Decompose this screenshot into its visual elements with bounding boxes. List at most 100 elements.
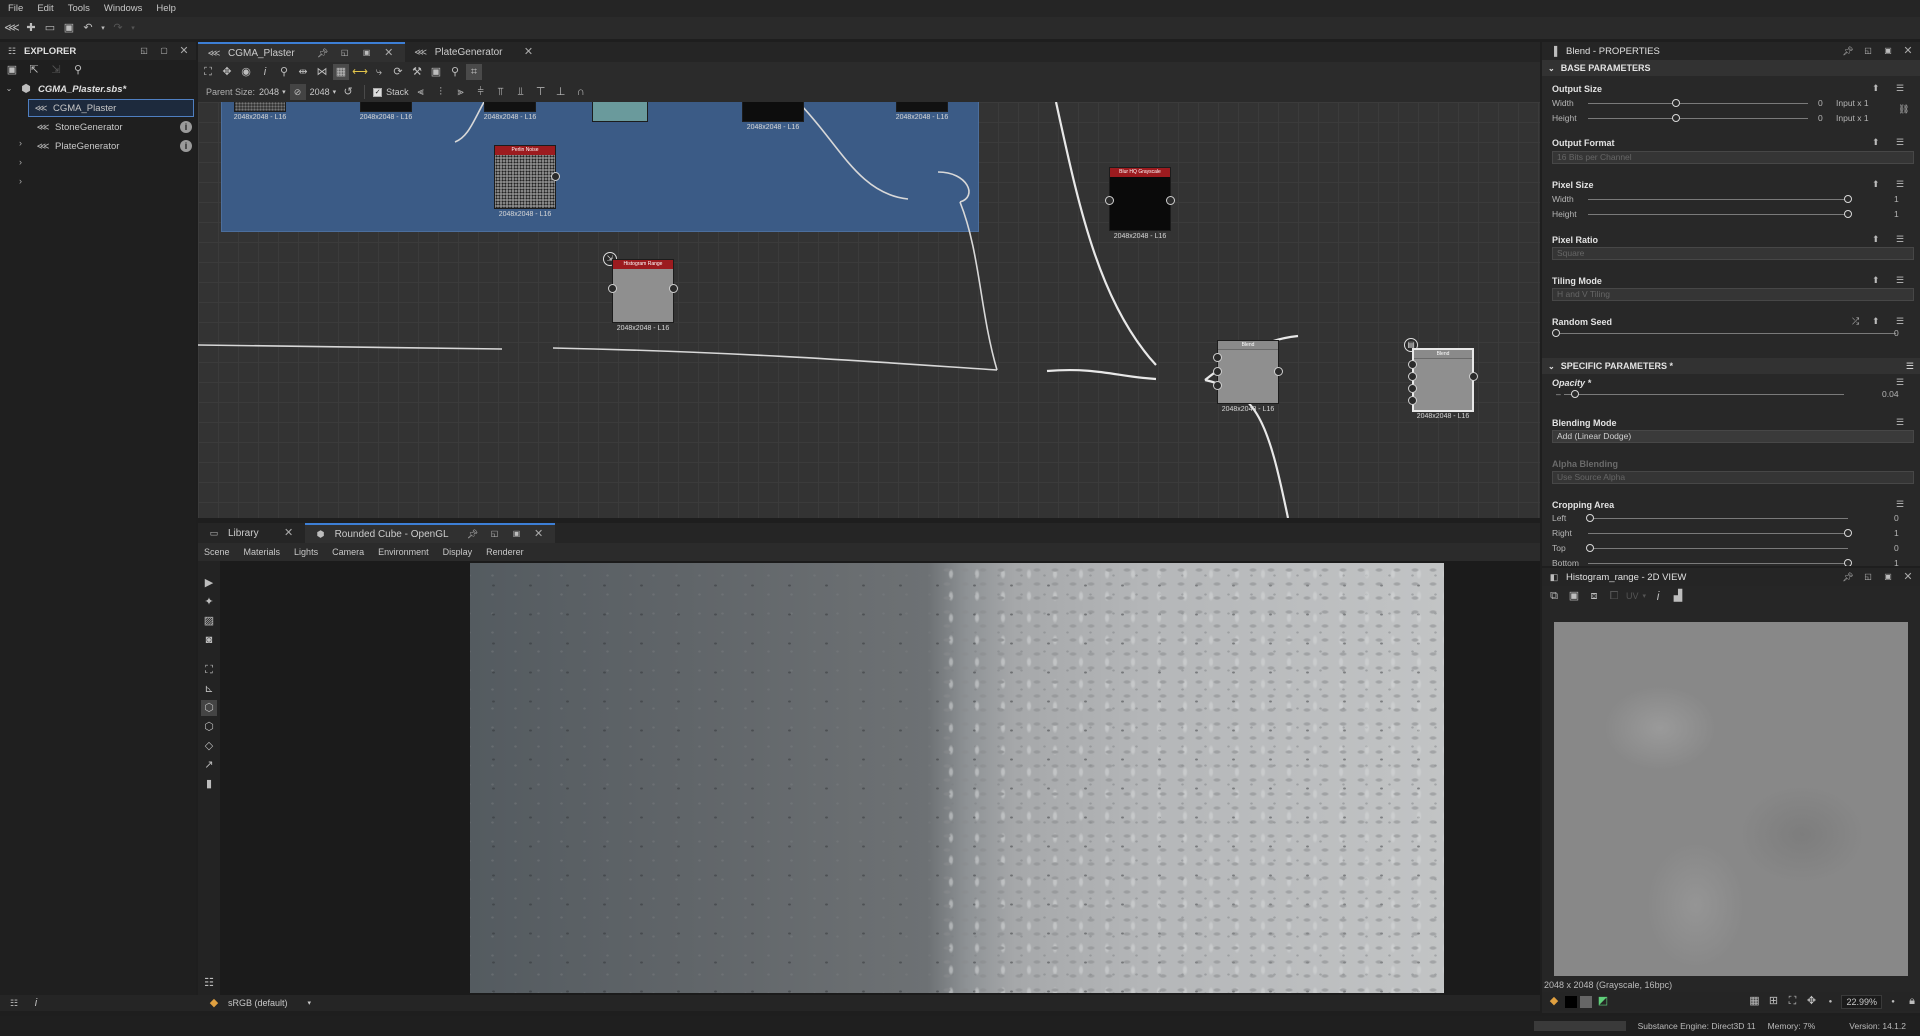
node-dark-2[interactable]: 2048x2048 - L16: [484, 102, 536, 121]
pin-icon[interactable]: 📌︎: [465, 526, 481, 542]
slider-handle[interactable]: [1672, 99, 1680, 107]
pan-icon[interactable]: ✥: [219, 64, 235, 80]
maximize-icon[interactable]: ▣: [1880, 569, 1896, 585]
info-icon[interactable]: i: [257, 64, 273, 80]
input-port[interactable]: [1213, 353, 1222, 362]
menu-edit[interactable]: Edit: [37, 3, 53, 14]
output-port[interactable]: [1274, 367, 1283, 376]
close-icon[interactable]: ✕: [381, 45, 397, 61]
close-icon[interactable]: ✕: [521, 44, 537, 60]
close-icon[interactable]: ✕: [1900, 569, 1916, 585]
settings-icon[interactable]: ☷: [201, 975, 217, 991]
viewport-menu-renderer[interactable]: Renderer: [486, 547, 524, 557]
export-icon[interactable]: ⧈: [1586, 588, 1602, 604]
output-height-slider[interactable]: [1588, 118, 1808, 119]
tile-icon[interactable]: ⊞: [1765, 994, 1781, 1010]
histogram-icon[interactable]: ▟: [1670, 588, 1686, 604]
frame-icon[interactable]: ⛶: [201, 662, 217, 678]
info-icon[interactable]: i: [1650, 588, 1666, 604]
output-format-select[interactable]: 16 Bits per Channel: [1552, 151, 1914, 164]
menu-icon[interactable]: ☰: [1896, 83, 1904, 94]
node-dark-1[interactable]: 2048x2048 - L16: [360, 102, 412, 121]
pin-icon[interactable]: 📌︎: [315, 45, 331, 61]
magnet-icon[interactable]: ∩: [573, 84, 589, 100]
specific-parameters-section[interactable]: ⌄ SPECIFIC PARAMETERS * ☰: [1542, 358, 1920, 374]
center-icon[interactable]: ✥: [1803, 994, 1819, 1010]
output-port[interactable]: [551, 172, 560, 181]
grid-snap-icon[interactable]: ⌗: [466, 64, 482, 80]
float-icon[interactable]: ◱: [337, 45, 353, 61]
save-package-icon[interactable]: ▣: [4, 62, 20, 78]
opacity-slider[interactable]: [1564, 394, 1844, 395]
preview-icon[interactable]: ▣: [428, 64, 444, 80]
expose-icon[interactable]: ⬆: [1872, 137, 1880, 148]
node-teal[interactable]: [592, 102, 648, 122]
viewport-menu-scene[interactable]: Scene: [204, 547, 230, 557]
menu-tools[interactable]: Tools: [68, 3, 90, 14]
menu-icon[interactable]: ☰: [1896, 234, 1904, 245]
settings-icon[interactable]: ☷: [6, 995, 22, 1011]
pixel-ratio-select[interactable]: Square: [1552, 247, 1914, 260]
node-histogram-range[interactable]: Histogram Range 2048x2048 - L16: [608, 259, 678, 332]
pin-icon[interactable]: 📌︎: [1840, 43, 1856, 59]
explorer-item-cgma-plaster[interactable]: ⋘ CGMA_Plaster: [28, 99, 194, 117]
close-icon[interactable]: ✕: [176, 43, 192, 59]
layers-icon[interactable]: ◆: [206, 995, 222, 1011]
viewport-menu-lights[interactable]: Lights: [294, 547, 318, 557]
new-graph-icon[interactable]: ⋘: [4, 20, 20, 36]
uv-toggle-icon[interactable]: ⧠: [1606, 588, 1622, 604]
tab-cgma-plaster[interactable]: ⋘ CGMA_Plaster 📌︎ ◱ ▣ ✕: [198, 42, 405, 62]
float-icon[interactable]: ◱: [136, 43, 152, 59]
explorer-item-plate-generator[interactable]: ⋘ PlateGenerator i: [31, 137, 194, 156]
shuffle-icon[interactable]: ⤮: [1852, 316, 1859, 327]
viewport-menu-camera[interactable]: Camera: [332, 547, 364, 557]
layers-icon[interactable]: ◆: [1546, 994, 1562, 1010]
undo-icon[interactable]: ↶: [80, 20, 96, 36]
menu-icon[interactable]: ☰: [1906, 361, 1914, 372]
node-perlin-noise[interactable]: Perlin Noise 2048x2048 - L16: [494, 145, 560, 218]
float-icon[interactable]: ◱: [1860, 43, 1876, 59]
connect-icon[interactable]: ⋈: [314, 64, 330, 80]
maximize-icon[interactable]: ▣: [1880, 43, 1896, 59]
save-icon[interactable]: ▣: [1566, 588, 1582, 604]
viewport-menu-display[interactable]: Display: [443, 547, 473, 557]
open-folder-icon[interactable]: ▭: [42, 20, 58, 36]
snap-icon[interactable]: ⫫: [513, 84, 529, 100]
screenshot-icon[interactable]: ◙: [201, 632, 217, 648]
plane-icon[interactable]: ◇: [201, 738, 217, 754]
close-icon[interactable]: ✕: [531, 526, 547, 542]
link-size-icon[interactable]: ⊘: [289, 84, 306, 100]
size-select[interactable]: 2048 ▾: [310, 87, 337, 97]
expose-icon[interactable]: ⬆: [1872, 83, 1880, 94]
pixel-width-slider[interactable]: [1588, 199, 1848, 200]
redo-icon[interactable]: ↷: [110, 20, 126, 36]
slider-handle[interactable]: [1552, 329, 1560, 337]
info-badge-icon[interactable]: i: [180, 140, 192, 152]
grid-icon[interactable]: ▦: [1746, 994, 1762, 1010]
crop-right-slider[interactable]: [1588, 533, 1848, 534]
info-badge-icon[interactable]: i: [180, 121, 192, 133]
tab-plate-generator[interactable]: ⋘ PlateGenerator ✕: [405, 42, 545, 62]
slider-handle[interactable]: [1844, 195, 1852, 203]
input-port[interactable]: [1105, 196, 1114, 205]
package-row[interactable]: ⌄ ⬢ CGMA_Plaster.sbs*: [0, 80, 196, 98]
maximize-icon[interactable]: ▢: [156, 43, 172, 59]
node-blend-1[interactable]: Blend 2048x2048 - L16: [1213, 340, 1283, 413]
menu-icon[interactable]: ☰: [1896, 137, 1904, 148]
export-icon[interactable]: ⇱: [26, 62, 42, 78]
slider-handle[interactable]: [1844, 529, 1852, 537]
zoom-value[interactable]: 22.99%: [1841, 994, 1882, 1009]
node-dark-4[interactable]: 2048x2048 - L16: [896, 102, 948, 121]
cube-icon[interactable]: ⬡: [201, 700, 217, 716]
gizmo-icon[interactable]: ↗: [201, 757, 217, 773]
frame-all-icon[interactable]: ⛶: [200, 64, 216, 80]
expose-icon[interactable]: ⬆: [1872, 275, 1880, 286]
output-width-slider[interactable]: [1588, 103, 1808, 104]
pin-icon[interactable]: 📌︎: [1840, 569, 1856, 585]
info-icon[interactable]: i: [28, 995, 44, 1011]
viewport-3d[interactable]: [220, 561, 1540, 995]
node-blend-2[interactable]: Blend 2048x2048 - L16: [1408, 348, 1478, 420]
search-icon[interactable]: ⚲: [276, 64, 292, 80]
crop-left-slider[interactable]: [1588, 518, 1848, 519]
align-right-icon[interactable]: ⫸: [453, 84, 469, 100]
